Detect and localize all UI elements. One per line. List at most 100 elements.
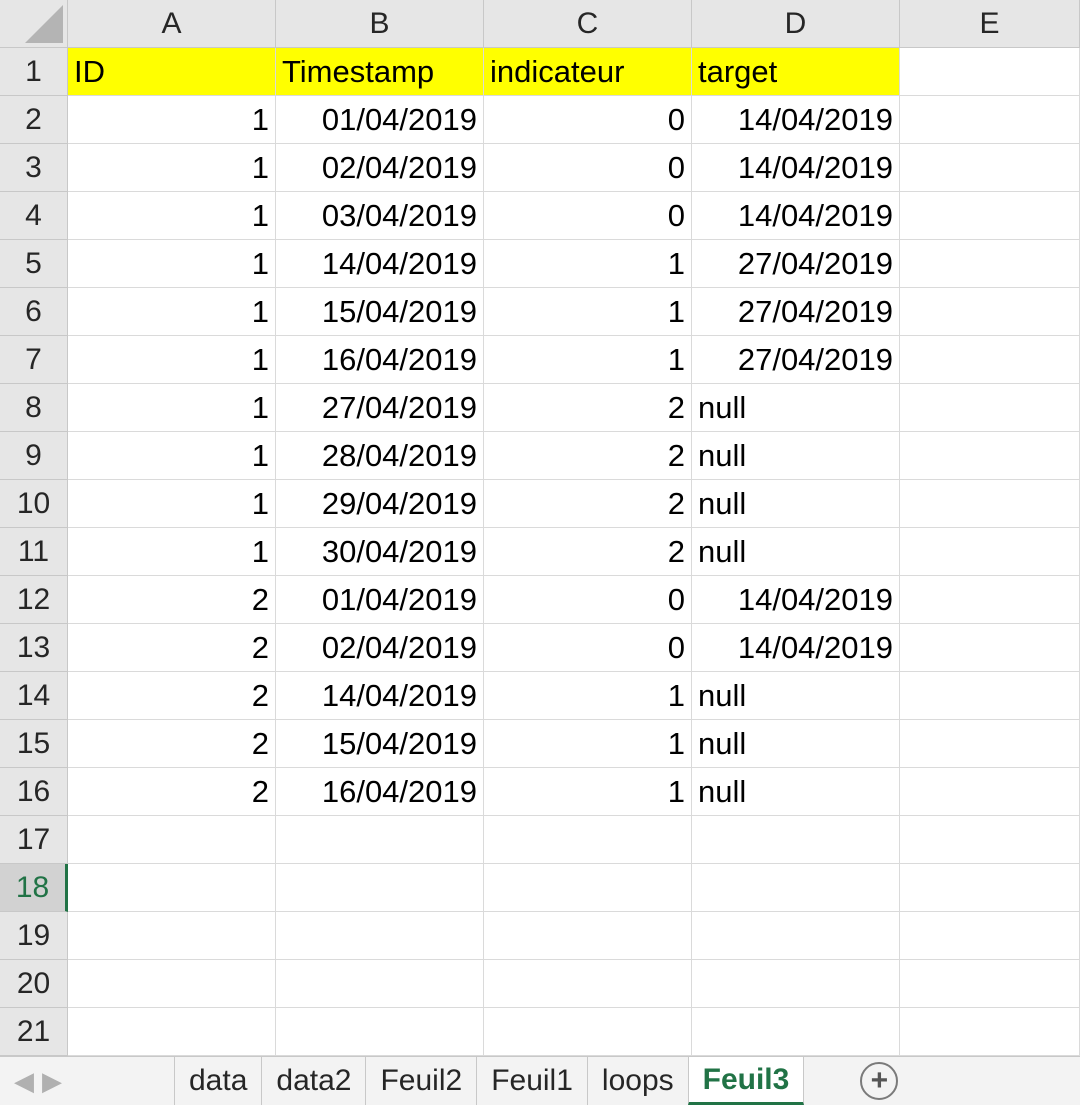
cell-a7[interactable]: 1: [68, 336, 276, 384]
row-header-19[interactable]: 19: [0, 912, 68, 960]
row-header-16[interactable]: 16: [0, 768, 68, 816]
cell-e10[interactable]: [900, 480, 1080, 528]
cell-c6[interactable]: 1: [484, 288, 692, 336]
cell-d2[interactable]: 14/04/2019: [692, 96, 900, 144]
cell-a20[interactable]: [68, 960, 276, 1008]
cell-b21[interactable]: [276, 1008, 484, 1056]
cell-c14[interactable]: 1: [484, 672, 692, 720]
row-header-5[interactable]: 5: [0, 240, 68, 288]
cell-e15[interactable]: [900, 720, 1080, 768]
cell-c9[interactable]: 2: [484, 432, 692, 480]
cell-d4[interactable]: 14/04/2019: [692, 192, 900, 240]
cell-a3[interactable]: 1: [68, 144, 276, 192]
cell-a18[interactable]: [68, 864, 276, 912]
col-header-c[interactable]: C: [484, 0, 692, 48]
cell-c1[interactable]: indicateur: [484, 48, 692, 96]
row-header-17[interactable]: 17: [0, 816, 68, 864]
cell-b14[interactable]: 14/04/2019: [276, 672, 484, 720]
cell-c7[interactable]: 1: [484, 336, 692, 384]
cell-b20[interactable]: [276, 960, 484, 1008]
row-header-10[interactable]: 10: [0, 480, 68, 528]
cell-c5[interactable]: 1: [484, 240, 692, 288]
cell-a17[interactable]: [68, 816, 276, 864]
cell-e19[interactable]: [900, 912, 1080, 960]
row-header-8[interactable]: 8: [0, 384, 68, 432]
cell-b6[interactable]: 15/04/2019: [276, 288, 484, 336]
sheet-tab-feuil1[interactable]: Feuil1: [476, 1057, 587, 1105]
row-header-11[interactable]: 11: [0, 528, 68, 576]
cell-e11[interactable]: [900, 528, 1080, 576]
row-header-20[interactable]: 20: [0, 960, 68, 1008]
row-header-9[interactable]: 9: [0, 432, 68, 480]
cell-a4[interactable]: 1: [68, 192, 276, 240]
row-header-21[interactable]: 21: [0, 1008, 68, 1056]
cell-a12[interactable]: 2: [68, 576, 276, 624]
cell-d6[interactable]: 27/04/2019: [692, 288, 900, 336]
cell-d20[interactable]: [692, 960, 900, 1008]
cell-d12[interactable]: 14/04/2019: [692, 576, 900, 624]
row-header-3[interactable]: 3: [0, 144, 68, 192]
row-header-4[interactable]: 4: [0, 192, 68, 240]
cell-b2[interactable]: 01/04/2019: [276, 96, 484, 144]
cell-c18[interactable]: [484, 864, 692, 912]
cell-c16[interactable]: 1: [484, 768, 692, 816]
cell-b16[interactable]: 16/04/2019: [276, 768, 484, 816]
cell-a9[interactable]: 1: [68, 432, 276, 480]
cell-b18[interactable]: [276, 864, 484, 912]
col-header-a[interactable]: A: [68, 0, 276, 48]
cell-c12[interactable]: 0: [484, 576, 692, 624]
cell-c19[interactable]: [484, 912, 692, 960]
cell-e6[interactable]: [900, 288, 1080, 336]
cell-b5[interactable]: 14/04/2019: [276, 240, 484, 288]
cell-d7[interactable]: 27/04/2019: [692, 336, 900, 384]
cell-d16[interactable]: null: [692, 768, 900, 816]
cell-e17[interactable]: [900, 816, 1080, 864]
cell-b4[interactable]: 03/04/2019: [276, 192, 484, 240]
cell-b8[interactable]: 27/04/2019: [276, 384, 484, 432]
row-header-7[interactable]: 7: [0, 336, 68, 384]
cell-c2[interactable]: 0: [484, 96, 692, 144]
cell-b17[interactable]: [276, 816, 484, 864]
sheet-tab-feuil2[interactable]: Feuil2: [365, 1057, 477, 1105]
cell-a13[interactable]: 2: [68, 624, 276, 672]
cell-d19[interactable]: [692, 912, 900, 960]
cell-b13[interactable]: 02/04/2019: [276, 624, 484, 672]
cell-a15[interactable]: 2: [68, 720, 276, 768]
cell-e21[interactable]: [900, 1008, 1080, 1056]
cell-a14[interactable]: 2: [68, 672, 276, 720]
cell-c17[interactable]: [484, 816, 692, 864]
sheet-tab-data2[interactable]: data2: [261, 1057, 366, 1105]
cell-a11[interactable]: 1: [68, 528, 276, 576]
cell-d13[interactable]: 14/04/2019: [692, 624, 900, 672]
cell-c4[interactable]: 0: [484, 192, 692, 240]
cell-d18[interactable]: [692, 864, 900, 912]
cell-a2[interactable]: 1: [68, 96, 276, 144]
row-header-18[interactable]: 18: [0, 864, 68, 912]
cell-b15[interactable]: 15/04/2019: [276, 720, 484, 768]
row-header-2[interactable]: 2: [0, 96, 68, 144]
cell-d15[interactable]: null: [692, 720, 900, 768]
row-header-14[interactable]: 14: [0, 672, 68, 720]
cell-a5[interactable]: 1: [68, 240, 276, 288]
cell-a1[interactable]: ID: [68, 48, 276, 96]
cell-c21[interactable]: [484, 1008, 692, 1056]
cell-e3[interactable]: [900, 144, 1080, 192]
cell-b7[interactable]: 16/04/2019: [276, 336, 484, 384]
cell-d21[interactable]: [692, 1008, 900, 1056]
cell-b9[interactable]: 28/04/2019: [276, 432, 484, 480]
cell-e1[interactable]: [900, 48, 1080, 96]
cell-d5[interactable]: 27/04/2019: [692, 240, 900, 288]
add-sheet-icon[interactable]: +: [860, 1062, 899, 1100]
cell-e7[interactable]: [900, 336, 1080, 384]
cell-b11[interactable]: 30/04/2019: [276, 528, 484, 576]
sheet-tab-data[interactable]: data: [174, 1057, 262, 1105]
cell-d3[interactable]: 14/04/2019: [692, 144, 900, 192]
cell-b10[interactable]: 29/04/2019: [276, 480, 484, 528]
cell-c20[interactable]: [484, 960, 692, 1008]
cell-b1[interactable]: Timestamp: [276, 48, 484, 96]
cell-c13[interactable]: 0: [484, 624, 692, 672]
cell-e5[interactable]: [900, 240, 1080, 288]
row-header-15[interactable]: 15: [0, 720, 68, 768]
col-header-e[interactable]: E: [900, 0, 1080, 48]
col-header-d[interactable]: D: [692, 0, 900, 48]
